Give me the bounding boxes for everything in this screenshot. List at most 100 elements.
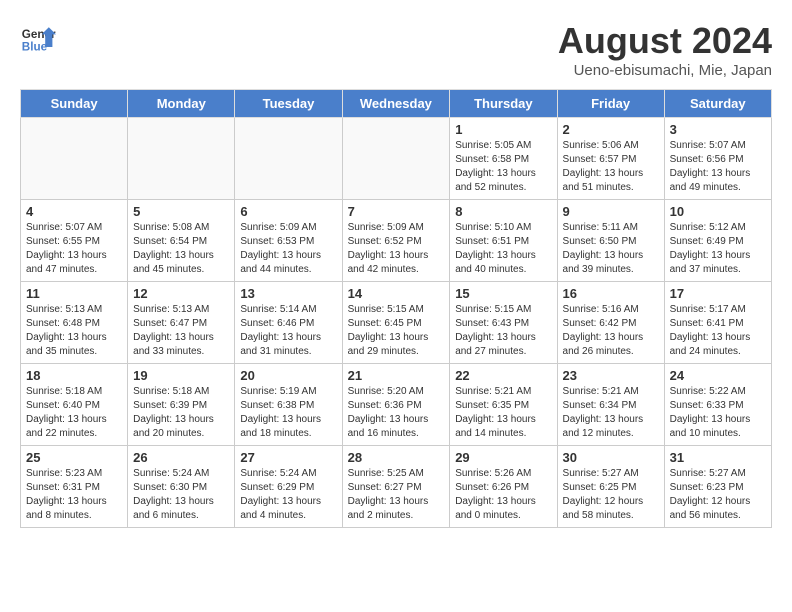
calendar-cell: 2 Sunrise: 5:06 AM Sunset: 6:57 PM Daylig…	[557, 118, 664, 200]
day-info: Sunrise: 5:08 AM Sunset: 6:54 PM Dayligh…	[133, 221, 229, 277]
day-number: 29	[455, 450, 551, 465]
day-number: 3	[670, 122, 766, 137]
day-info: Sunrise: 5:22 AM Sunset: 6:33 PM Dayligh…	[670, 385, 766, 441]
calendar-cell: 1Sunrise: 5:05 AM Sunset: 6:58 PM Daylig…	[450, 118, 557, 200]
day-number: 16	[563, 286, 659, 301]
calendar-cell: 15 Sunrise: 5:15 AM Sunset: 6:43 PM Dayli…	[450, 282, 557, 364]
calendar-cell: 13 Sunrise: 5:14 AM Sunset: 6:46 PM Dayli…	[235, 282, 342, 364]
calendar-cell: 7 Sunrise: 5:09 AM Sunset: 6:52 PM Daylig…	[342, 200, 450, 282]
day-info: Sunrise: 5:16 AM Sunset: 6:42 PM Dayligh…	[563, 303, 659, 359]
day-number: 6	[240, 204, 336, 219]
day-info: Sunrise: 5:27 AM Sunset: 6:23 PM Dayligh…	[670, 467, 766, 523]
title-block: August 2024 Ueno-ebisumachi, Mie, Japan	[558, 20, 772, 79]
day-info: Sunrise: 5:19 AM Sunset: 6:38 PM Dayligh…	[240, 385, 336, 441]
svg-text:Blue: Blue	[22, 41, 48, 54]
day-number: 13	[240, 286, 336, 301]
calendar-cell: 3 Sunrise: 5:07 AM Sunset: 6:56 PM Daylig…	[664, 118, 771, 200]
calendar-cell	[235, 118, 342, 200]
day-number: 2	[563, 122, 659, 137]
day-number: 4	[26, 204, 122, 219]
week-row-5: 25 Sunrise: 5:23 AM Sunset: 6:31 PM Dayli…	[21, 446, 772, 528]
day-info: Sunrise: 5:25 AM Sunset: 6:27 PM Dayligh…	[348, 467, 445, 523]
calendar-cell: 27 Sunrise: 5:24 AM Sunset: 6:29 PM Dayli…	[235, 446, 342, 528]
calendar-cell: 10 Sunrise: 5:12 AM Sunset: 6:49 PM Dayli…	[664, 200, 771, 282]
day-number: 15	[455, 286, 551, 301]
day-info: Sunrise: 5:27 AM Sunset: 6:25 PM Dayligh…	[563, 467, 659, 523]
day-info: Sunrise: 5:10 AM Sunset: 6:51 PM Dayligh…	[455, 221, 551, 277]
day-number: 12	[133, 286, 229, 301]
day-number: 18	[26, 368, 122, 383]
weekday-header-sunday: Sunday	[21, 90, 128, 118]
weekday-header-monday: Monday	[128, 90, 235, 118]
day-info: Sunrise: 5:24 AM Sunset: 6:29 PM Dayligh…	[240, 467, 336, 523]
day-number: 8	[455, 204, 551, 219]
calendar-cell: 8 Sunrise: 5:10 AM Sunset: 6:51 PM Daylig…	[450, 200, 557, 282]
calendar-cell: 9Sunrise: 5:11 AM Sunset: 6:50 PM Daylig…	[557, 200, 664, 282]
calendar-cell: 21Sunrise: 5:20 AM Sunset: 6:36 PM Dayli…	[342, 364, 450, 446]
day-number: 30	[563, 450, 659, 465]
calendar-cell: 6 Sunrise: 5:09 AM Sunset: 6:53 PM Daylig…	[235, 200, 342, 282]
day-info: Sunrise: 5:12 AM Sunset: 6:49 PM Dayligh…	[670, 221, 766, 277]
day-number: 10	[670, 204, 766, 219]
day-number: 20	[240, 368, 336, 383]
calendar-cell: 18 Sunrise: 5:18 AM Sunset: 6:40 PM Dayli…	[21, 364, 128, 446]
day-number: 22	[455, 368, 551, 383]
day-number: 26	[133, 450, 229, 465]
day-info: Sunrise: 5:09 AM Sunset: 6:52 PM Dayligh…	[348, 221, 445, 277]
calendar-cell: 30 Sunrise: 5:27 AM Sunset: 6:25 PM Dayli…	[557, 446, 664, 528]
calendar-cell: 23 Sunrise: 5:21 AM Sunset: 6:34 PM Dayli…	[557, 364, 664, 446]
day-number: 27	[240, 450, 336, 465]
day-info: Sunrise: 5:15 AM Sunset: 6:43 PM Dayligh…	[455, 303, 551, 359]
calendar-cell: 17 Sunrise: 5:17 AM Sunset: 6:41 PM Dayli…	[664, 282, 771, 364]
weekday-header-tuesday: Tuesday	[235, 90, 342, 118]
day-info: Sunrise: 5:18 AM Sunset: 6:40 PM Dayligh…	[26, 385, 122, 441]
day-info: Sunrise: 5:09 AM Sunset: 6:53 PM Dayligh…	[240, 221, 336, 277]
calendar-cell: 25 Sunrise: 5:23 AM Sunset: 6:31 PM Dayli…	[21, 446, 128, 528]
week-row-1: 1Sunrise: 5:05 AM Sunset: 6:58 PM Daylig…	[21, 118, 772, 200]
day-number: 5	[133, 204, 229, 219]
day-number: 23	[563, 368, 659, 383]
day-number: 28	[348, 450, 445, 465]
calendar-cell: 16 Sunrise: 5:16 AM Sunset: 6:42 PM Dayli…	[557, 282, 664, 364]
day-info: Sunrise: 5:15 AM Sunset: 6:45 PM Dayligh…	[348, 303, 445, 359]
calendar-cell	[21, 118, 128, 200]
logo: General Blue	[20, 20, 56, 56]
day-info: Sunrise: 5:07 AM Sunset: 6:55 PM Dayligh…	[26, 221, 122, 277]
day-info: Sunrise: 5:14 AM Sunset: 6:46 PM Dayligh…	[240, 303, 336, 359]
calendar-cell: 28 Sunrise: 5:25 AM Sunset: 6:27 PM Dayli…	[342, 446, 450, 528]
calendar-cell: 5 Sunrise: 5:08 AM Sunset: 6:54 PM Daylig…	[128, 200, 235, 282]
page-header: General Blue August 2024 Ueno-ebisumachi…	[20, 20, 772, 79]
weekday-header-thursday: Thursday	[450, 90, 557, 118]
day-number: 24	[670, 368, 766, 383]
day-number: 9	[563, 204, 659, 219]
weekday-header-saturday: Saturday	[664, 90, 771, 118]
calendar-title: August 2024	[558, 20, 772, 62]
week-row-3: 11Sunrise: 5:13 AM Sunset: 6:48 PM Dayli…	[21, 282, 772, 364]
calendar-cell: 4 Sunrise: 5:07 AM Sunset: 6:55 PM Daylig…	[21, 200, 128, 282]
day-info: Sunrise: 5:20 AM Sunset: 6:36 PM Dayligh…	[348, 385, 445, 441]
day-number: 11	[26, 286, 122, 301]
day-info: Sunrise: 5:21 AM Sunset: 6:35 PM Dayligh…	[455, 385, 551, 441]
weekday-header-friday: Friday	[557, 90, 664, 118]
week-row-2: 4 Sunrise: 5:07 AM Sunset: 6:55 PM Daylig…	[21, 200, 772, 282]
day-info: Sunrise: 5:23 AM Sunset: 6:31 PM Dayligh…	[26, 467, 122, 523]
day-info: Sunrise: 5:07 AM Sunset: 6:56 PM Dayligh…	[670, 139, 766, 195]
day-number: 25	[26, 450, 122, 465]
day-number: 17	[670, 286, 766, 301]
calendar-cell: 26Sunrise: 5:24 AM Sunset: 6:30 PM Dayli…	[128, 446, 235, 528]
calendar-cell	[128, 118, 235, 200]
weekday-header-wednesday: Wednesday	[342, 90, 450, 118]
day-info: Sunrise: 5:21 AM Sunset: 6:34 PM Dayligh…	[563, 385, 659, 441]
calendar-cell: 11Sunrise: 5:13 AM Sunset: 6:48 PM Dayli…	[21, 282, 128, 364]
calendar-cell	[342, 118, 450, 200]
calendar-cell: 24 Sunrise: 5:22 AM Sunset: 6:33 PM Dayli…	[664, 364, 771, 446]
calendar-cell: 22 Sunrise: 5:21 AM Sunset: 6:35 PM Dayli…	[450, 364, 557, 446]
calendar-cell: 20 Sunrise: 5:19 AM Sunset: 6:38 PM Dayli…	[235, 364, 342, 446]
day-info: Sunrise: 5:17 AM Sunset: 6:41 PM Dayligh…	[670, 303, 766, 359]
day-number: 14	[348, 286, 445, 301]
day-number: 7	[348, 204, 445, 219]
day-info: Sunrise: 5:06 AM Sunset: 6:57 PM Dayligh…	[563, 139, 659, 195]
weekday-header-row: SundayMondayTuesdayWednesdayThursdayFrid…	[21, 90, 772, 118]
week-row-4: 18 Sunrise: 5:18 AM Sunset: 6:40 PM Dayli…	[21, 364, 772, 446]
day-number: 19	[133, 368, 229, 383]
